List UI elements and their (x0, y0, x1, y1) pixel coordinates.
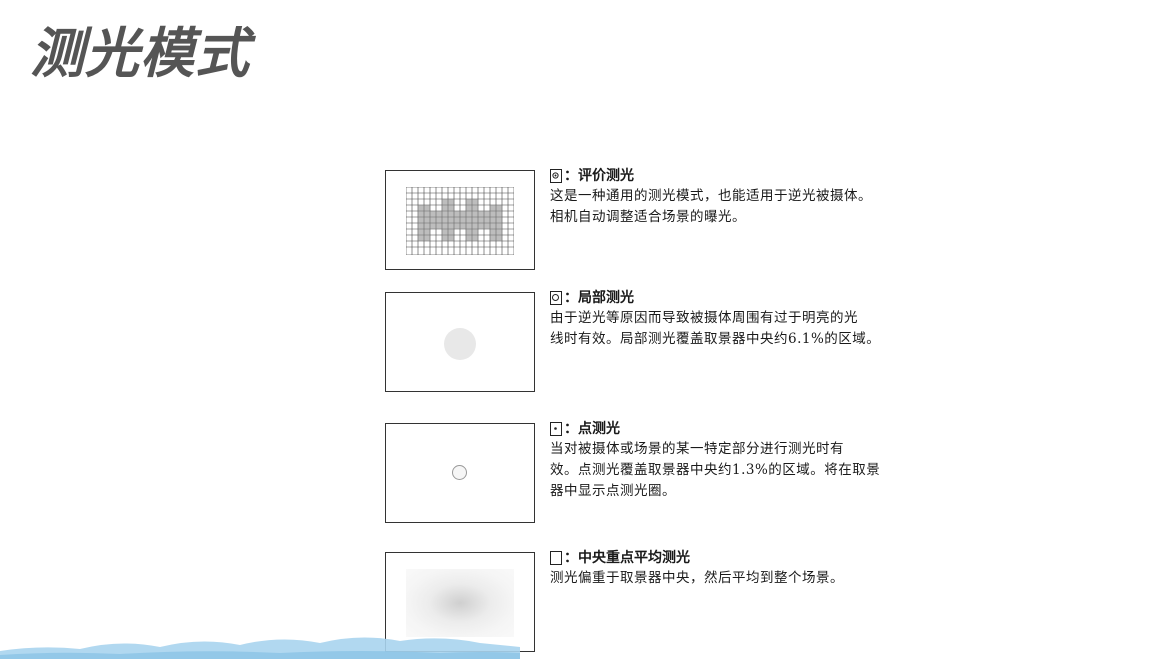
mode-desc-line: 线时有效。局部测光覆盖取景器中央约6.1%的区域。 (550, 331, 881, 347)
mode-heading-center-weighted: ：中央重点平均测光 (550, 548, 980, 568)
partial-metering-icon (550, 291, 562, 305)
mode-heading-label: ：局部测光 (564, 290, 634, 306)
partial-metering-area (444, 328, 476, 360)
viewfinder-diagram-spot (385, 423, 535, 523)
mode-heading-label: ：评价测光 (564, 168, 634, 184)
mode-desc-line: 测光偏重于取景器中央，然后平均到整个场景。 (550, 570, 844, 586)
mode-text-evaluative: ：评价测光 这是一种通用的测光模式，也能适用于逆光被摄体。 相机自动调整适合场景… (550, 166, 980, 228)
evaluative-metering-icon (550, 169, 562, 183)
center-weighted-metering-icon (550, 551, 562, 565)
decorative-wave (0, 637, 520, 659)
viewfinder-diagram-partial (385, 292, 535, 392)
mode-desc-line: 相机自动调整适合场景的曝光。 (550, 209, 746, 225)
mode-desc-line: 这是一种通用的测光模式，也能适用于逆光被摄体。 (550, 188, 872, 204)
mode-text-spot: ：点测光 当对被摄体或场景的某一特定部分进行测光时有 效。点测光覆盖取景器中央约… (550, 419, 980, 502)
page-title: 测光模式 (30, 22, 250, 85)
mode-desc-line: 当对被摄体或场景的某一特定部分进行测光时有 (550, 441, 844, 457)
spot-metering-icon (550, 422, 562, 436)
mode-heading-partial: ：局部测光 (550, 288, 980, 308)
mode-heading-spot: ：点测光 (550, 419, 980, 439)
mode-text-partial: ：局部测光 由于逆光等原因而导致被摄体周围有过于明亮的光 线时有效。局部测光覆盖… (550, 288, 980, 350)
evaluative-grid-icon (406, 187, 514, 255)
mode-heading-label: ：中央重点平均测光 (564, 550, 690, 566)
center-weighted-area (406, 569, 514, 637)
mode-heading-evaluative: ：评价测光 (550, 166, 980, 186)
mode-desc-line: 效。点测光覆盖取景器中央约1.3%的区域。将在取景 (550, 462, 881, 478)
mode-heading-label: ：点测光 (564, 421, 620, 437)
spot-metering-circle (452, 465, 467, 480)
mode-desc-line: 器中显示点测光圈。 (550, 483, 676, 499)
mode-text-center-weighted: ：中央重点平均测光 测光偏重于取景器中央，然后平均到整个场景。 (550, 548, 980, 589)
mode-desc-line: 由于逆光等原因而导致被摄体周围有过于明亮的光 (550, 310, 858, 326)
viewfinder-diagram-evaluative (385, 170, 535, 270)
